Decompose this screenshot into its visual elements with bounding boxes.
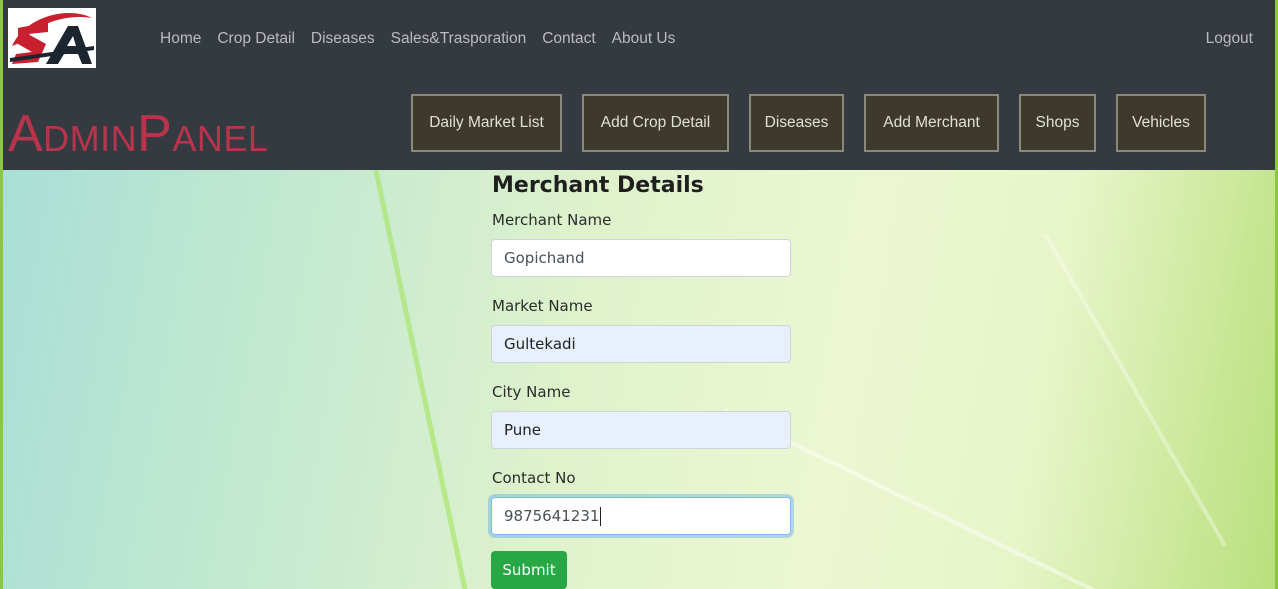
admin-panel-title: AdminPanel xyxy=(8,105,269,163)
merchant-name-value: Gopichand xyxy=(504,249,585,267)
merchant-name-input[interactable]: Gopichand xyxy=(491,239,791,277)
market-name-value: Gultekadi xyxy=(504,335,576,353)
nav-diseases[interactable]: Diseases xyxy=(303,27,383,51)
contact-no-input[interactable]: 9875641231 xyxy=(491,497,791,535)
city-name-label: City Name xyxy=(492,383,571,401)
submit-button[interactable]: Submit xyxy=(491,551,567,589)
brand-logo[interactable] xyxy=(8,8,96,68)
background-streak xyxy=(370,170,471,589)
vehicles-button[interactable]: Vehicles xyxy=(1116,94,1206,152)
page: Home Crop Detail Diseases Sales&Traspora… xyxy=(3,0,1275,589)
contact-no-value: 9875641231 xyxy=(504,507,600,525)
nav-home[interactable]: Home xyxy=(152,27,209,51)
diseases-button[interactable]: Diseases xyxy=(749,94,844,152)
add-merchant-button[interactable]: Add Merchant xyxy=(864,94,999,152)
content-area: Merchant Details Merchant Name Gopichand… xyxy=(3,170,1275,589)
contact-no-label: Contact No xyxy=(492,469,576,487)
form-title: Merchant Details xyxy=(492,173,704,198)
nav-about-us[interactable]: About Us xyxy=(604,27,684,51)
nav-contact[interactable]: Contact xyxy=(534,27,603,51)
shops-button[interactable]: Shops xyxy=(1019,94,1096,152)
nav-crop-detail[interactable]: Crop Detail xyxy=(209,27,303,51)
text-caret xyxy=(600,506,602,526)
main-nav: Home Crop Detail Diseases Sales&Traspora… xyxy=(152,27,683,51)
market-name-label: Market Name xyxy=(492,297,593,315)
navbar: Home Crop Detail Diseases Sales&Traspora… xyxy=(3,0,1275,170)
city-name-value: Pune xyxy=(504,421,542,439)
market-name-input[interactable]: Gultekadi xyxy=(491,325,791,363)
daily-market-list-button[interactable]: Daily Market List xyxy=(411,94,562,152)
add-crop-detail-button[interactable]: Add Crop Detail xyxy=(582,94,729,152)
background-streak xyxy=(1043,233,1227,547)
merchant-name-label: Merchant Name xyxy=(492,211,612,229)
city-name-input[interactable]: Pune xyxy=(491,411,791,449)
logout-link[interactable]: Logout xyxy=(1206,27,1253,51)
nav-sales-transportation[interactable]: Sales&Trasporation xyxy=(383,27,535,51)
